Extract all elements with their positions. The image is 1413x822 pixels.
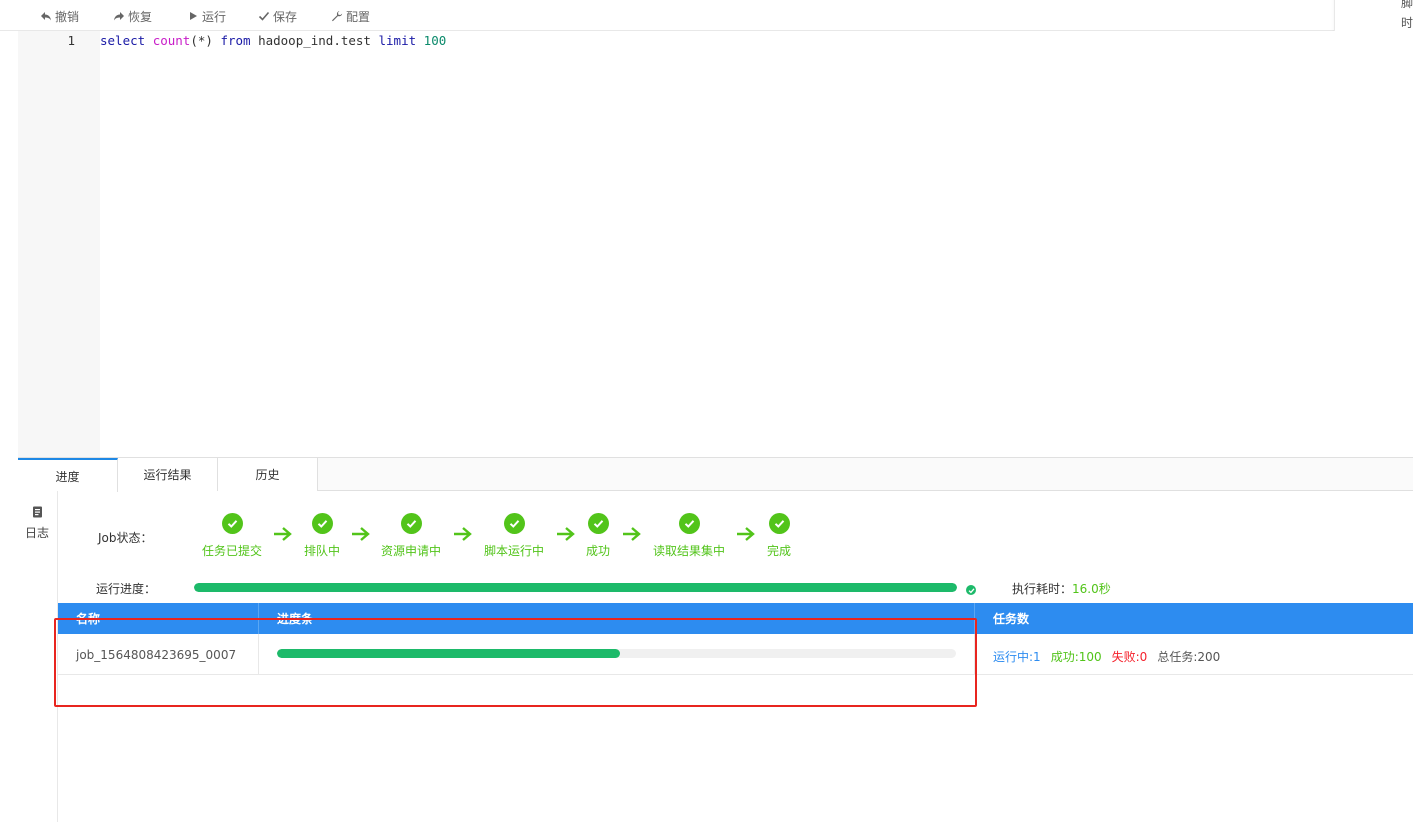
task-success: 成功:100 [1050,650,1102,664]
header-tasks: 任务数 [993,612,1030,626]
run-progress-fill [194,583,957,592]
code-token-keyword: from [220,33,251,48]
check-circle-icon [768,513,790,534]
job-status-label: Job状态： [98,531,153,545]
corner-tooltip-line1: 脚 [1401,0,1413,10]
step-label: 任务已提交 [202,544,263,558]
check-icon [258,10,270,22]
code-token-keyword: select [100,33,146,48]
log-panel-toggle[interactable]: 日志 [18,491,58,822]
header-divider [258,603,259,634]
job-progress-bar [277,649,956,658]
check-circle-icon [503,513,525,534]
check-circle-icon [966,585,976,595]
undo-icon [40,10,52,22]
undo-label: 撤销 [55,9,80,24]
task-failed: 失败:0 [1111,650,1148,664]
code-token-function: count [152,33,191,48]
execution-time: 执行耗时：16.0秒 [1012,580,1111,597]
step-label: 读取结果集中 [653,544,726,558]
code-line[interactable]: select count(*) from hadoop_ind.test lim… [100,33,446,48]
undo-button[interactable]: 撤销 [40,7,79,25]
step-label: 脚本运行中 [484,544,545,558]
redo-icon [113,10,125,22]
run-button[interactable]: 运行 [187,7,226,25]
save-label: 保存 [273,9,298,24]
tab-history[interactable]: 历史 [218,458,318,491]
editor-toolbar: 撤销 恢复 运行 保存 配置 [0,0,1413,31]
arrow-right-icon [351,526,370,545]
step-success: 成功 [586,513,610,559]
code-token-table: hadoop_ind.test [258,33,371,48]
result-tabs: 进度 运行结果 历史 [18,457,1413,492]
cell-divider [974,634,975,675]
arrow-right-icon [453,526,472,545]
config-button[interactable]: 配置 [331,7,370,25]
step-complete: 完成 [767,513,791,559]
task-running: 运行中:1 [993,650,1041,664]
check-circle-icon [311,513,333,534]
check-circle-icon [678,513,700,534]
tab-progress[interactable]: 进度 [18,458,118,492]
tab-run-results[interactable]: 运行结果 [118,458,218,491]
corner-tooltip-line2: 时 [1401,16,1413,30]
redo-button[interactable]: 恢复 [113,7,152,25]
header-name: 名称 [76,612,101,626]
job-name: job_1564808423695_0007 [76,648,237,662]
execution-time-value: 16.0秒 [1072,582,1111,596]
arrow-right-icon [556,526,575,545]
run-progress-label: 运行进度： [96,582,157,596]
line-gutter: 1 [18,31,100,457]
run-label: 运行 [202,9,227,24]
config-label: 配置 [346,9,371,24]
check-circle-icon [221,513,243,534]
task-total: 总任务:200 [1157,650,1221,664]
code-token-number: 100 [423,33,447,48]
check-circle-icon [587,513,609,534]
step-resource-request: 资源申请中 [381,513,441,559]
line-number: 1 [67,33,75,48]
save-button[interactable]: 保存 [258,7,297,25]
header-progress: 进度条 [277,612,314,626]
arrow-right-icon [622,526,641,545]
step-reading-results: 读取结果集中 [653,513,725,559]
sql-workbench: 撤销 恢复 运行 保存 配置 脚 时 1 select count(*) fro… [0,0,1413,822]
code-token-args: (*) [190,33,213,48]
step-script-running: 脚本运行中 [484,513,544,559]
execution-time-label: 执行耗时： [1012,582,1073,596]
arrow-right-icon [736,526,755,545]
run-progress-bar [194,583,957,592]
step-label: 排队中 [304,544,341,558]
redo-label: 恢复 [128,9,153,24]
step-submitted: 任务已提交 [202,513,262,559]
code-token-keyword: limit [378,33,417,48]
step-label: 完成 [767,544,792,558]
arrow-right-icon [273,526,292,545]
cell-divider [258,634,259,675]
play-icon [187,10,199,22]
job-progress-fill [277,649,620,658]
step-label: 成功 [586,544,611,558]
wrench-icon [331,10,343,22]
log-label: 日志 [25,526,50,540]
step-label: 资源申请中 [381,544,442,558]
header-divider [974,603,975,634]
step-queued: 排队中 [304,513,340,559]
job-table-header: 名称 进度条 任务数 [58,603,1413,634]
code-editor[interactable]: 1 select count(*) from hadoop_ind.test l… [18,31,1413,457]
task-stats: 运行中:1 成功:100 失败:0 总任务:200 [993,648,1220,665]
document-icon [32,506,43,521]
check-circle-icon [400,513,422,534]
